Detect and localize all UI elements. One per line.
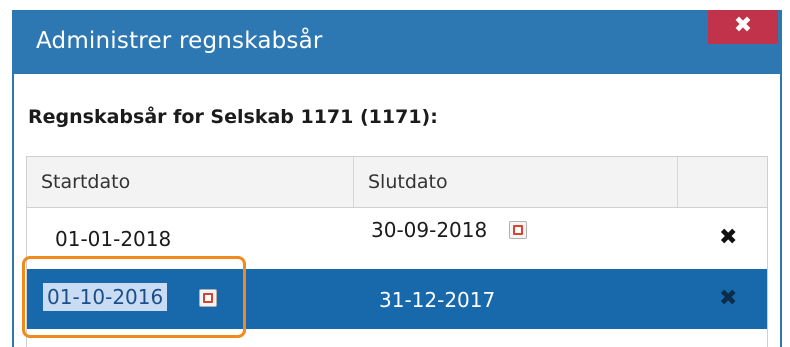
- grid-header-row: Startdato Slutdato: [27, 157, 767, 208]
- dialog-titlebar: Administrer regnskabsår: [12, 10, 782, 74]
- start-date-cell[interactable]: 01-01-2018: [55, 227, 171, 251]
- end-date-cell[interactable]: 30-09-2018: [371, 218, 487, 242]
- dialog-border-right: [780, 74, 782, 347]
- column-header-slutdato[interactable]: Slutdato: [354, 157, 677, 207]
- calendar-icon[interactable]: [199, 289, 217, 307]
- section-heading: Regnskabsår for Selskab 1171 (1171):: [28, 106, 438, 128]
- close-icon: ✖: [733, 13, 753, 38]
- dialog-title: Administrer regnskabsår: [36, 28, 323, 54]
- regnskabsaar-dialog: Administrer regnskabsår ✖ Regnskabsår fo…: [0, 0, 790, 347]
- column-header-actions: [678, 157, 767, 207]
- close-button[interactable]: ✖: [708, 10, 778, 44]
- calendar-icon[interactable]: [509, 221, 527, 239]
- end-date-cell[interactable]: 31-12-2017: [379, 288, 495, 312]
- dialog-border-left: [12, 74, 14, 347]
- table-row[interactable]: 01-01-2018 30-09-2018 ✖: [27, 208, 767, 269]
- fiscal-years-grid: Startdato Slutdato 01-01-2018 30-09-2018…: [26, 156, 768, 347]
- delete-row-button[interactable]: ✖: [719, 227, 737, 249]
- column-header-startdato[interactable]: Startdato: [27, 157, 353, 207]
- start-date-input[interactable]: 01-10-2016: [43, 283, 168, 311]
- delete-row-button[interactable]: ✖: [719, 288, 737, 310]
- table-row-selected[interactable]: 01-10-2016 31-12-2017 ✖: [27, 269, 767, 329]
